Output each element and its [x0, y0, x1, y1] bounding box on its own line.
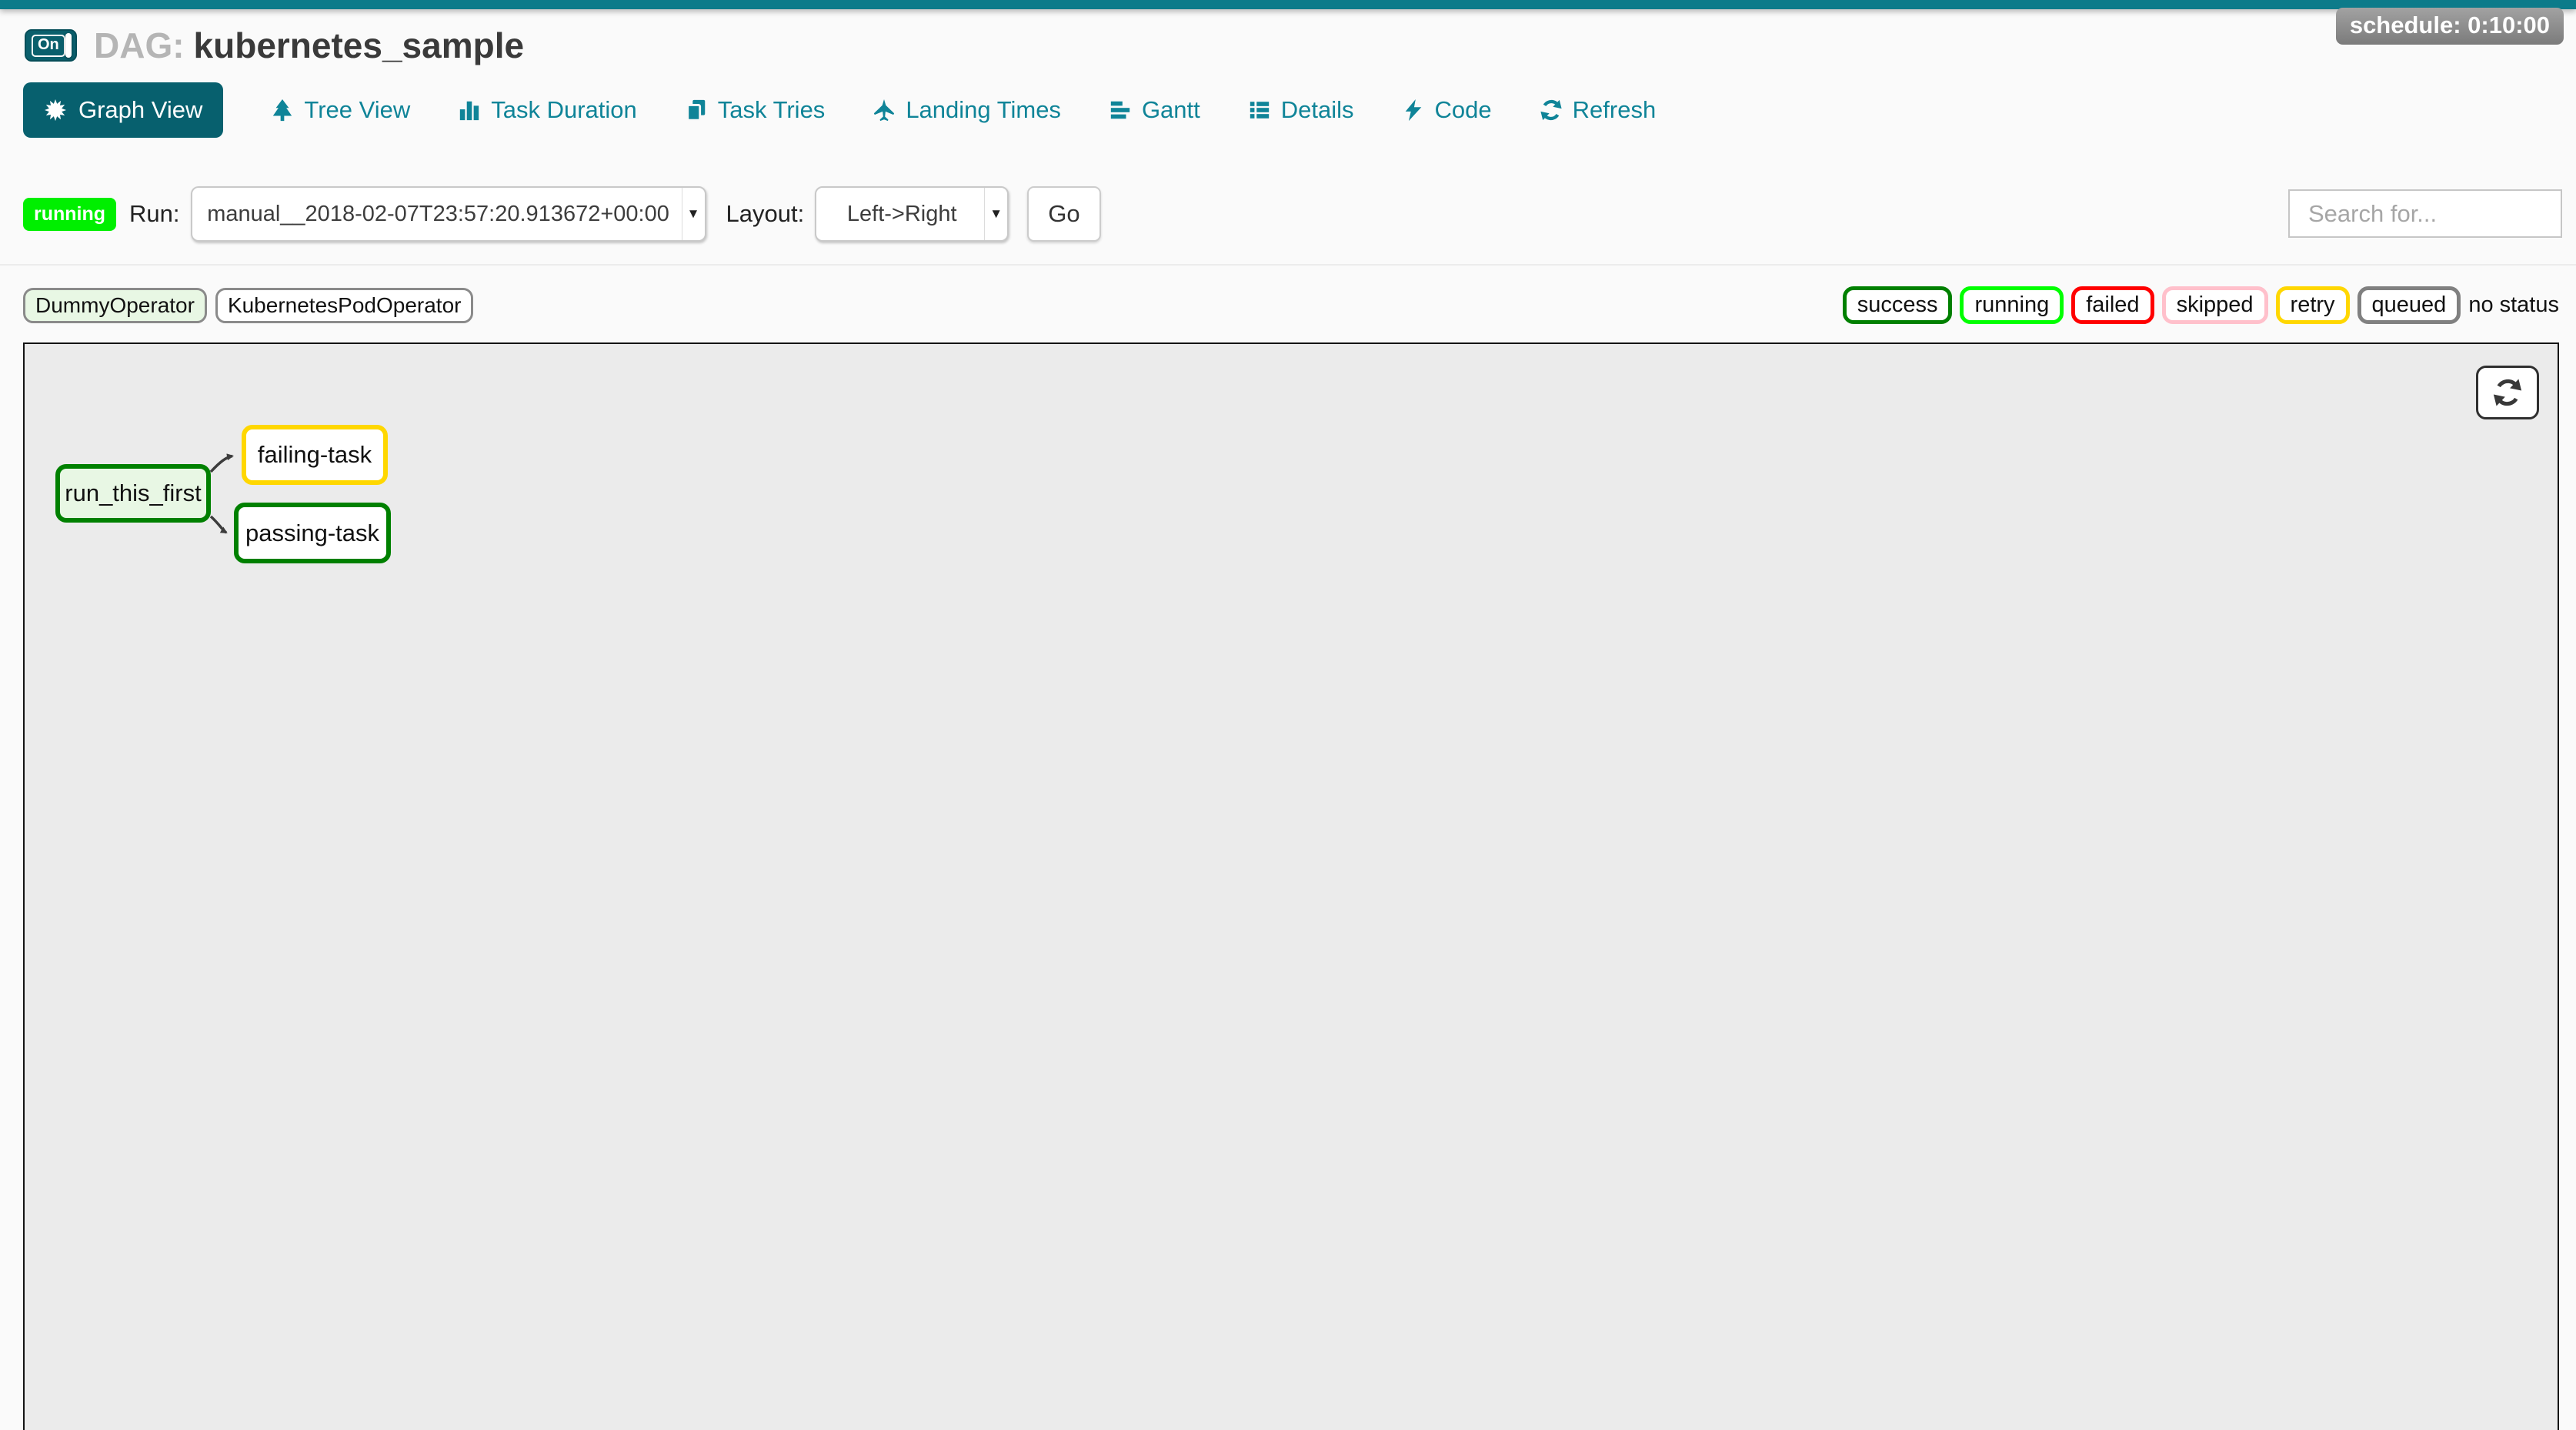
tab-task-duration[interactable]: Task Duration [458, 96, 637, 124]
graph-refresh-button[interactable] [2476, 366, 2539, 419]
dag-prefix-label: DAG: [94, 25, 185, 65]
legend-state-queued: queued [2357, 286, 2461, 324]
tab-label: Tree View [304, 96, 410, 124]
tab-gantt[interactable]: Gantt [1109, 96, 1200, 124]
tab-label: Landing Times [906, 96, 1061, 124]
tree-icon [271, 99, 294, 122]
layout-select-value: Left->Right [847, 202, 977, 227]
go-button[interactable]: Go [1027, 186, 1100, 242]
legend-kubernetes-pod-operator: KubernetesPodOperator [215, 288, 474, 323]
state-legend: success running failed skipped retry que… [1843, 286, 2559, 324]
bolt-icon [1402, 99, 1425, 122]
tab-refresh[interactable]: Refresh [1540, 96, 1657, 124]
run-status-badge: running [23, 198, 116, 231]
bar-chart-icon [458, 99, 481, 122]
legend-state-no-status: no status [2468, 292, 2559, 318]
tab-label: Task Duration [491, 96, 637, 124]
page-title: DAG:kubernetes_sample [94, 25, 524, 66]
layout-select-caret[interactable]: ▼ [984, 188, 1007, 240]
edge-run-this-first-to-failing-task [211, 456, 232, 473]
legend-state-failed: failed [2071, 286, 2154, 324]
tab-code[interactable]: Code [1402, 96, 1492, 124]
run-select[interactable]: manual__2018-02-07T23:57:20.913672+00:00… [191, 186, 706, 242]
layout-select[interactable]: Left->Right ▼ [815, 186, 1009, 242]
legend-state-retry: retry [2276, 286, 2350, 324]
plane-icon [873, 99, 896, 122]
caret-down-icon: ▼ [687, 206, 700, 222]
view-tabs: Graph View Tree View Task Duration Task … [23, 82, 1656, 138]
edge-run-this-first-to-passing-task [211, 516, 226, 533]
starburst-icon [44, 99, 67, 122]
tab-label: Details [1281, 96, 1354, 124]
layout-label: Layout: [726, 200, 805, 228]
dag-on-off-toggle[interactable]: On [25, 29, 77, 62]
run-select-caret[interactable]: ▼ [682, 188, 705, 240]
task-node-failing-task[interactable]: failing-task [242, 425, 388, 485]
section-divider [0, 264, 2576, 266]
legend-state-success: success [1843, 286, 1953, 324]
run-controls: running Run: manual__2018-02-07T23:57:20… [23, 185, 1101, 242]
refresh-icon [2492, 377, 2523, 408]
dag-graph-canvas[interactable]: run_this_first failing-task passing-task [23, 342, 2559, 1430]
dag-header: On DAG:kubernetes_sample [25, 25, 524, 66]
copy-pages-icon [685, 99, 708, 122]
task-node-run-this-first[interactable]: run_this_first [55, 464, 211, 523]
caret-down-icon: ▼ [989, 206, 1003, 222]
tab-label: Refresh [1573, 96, 1657, 124]
gantt-bars-icon [1109, 99, 1132, 122]
refresh-icon [1540, 99, 1563, 122]
top-navbar-strip [0, 0, 2576, 9]
tab-tree-view[interactable]: Tree View [271, 96, 410, 124]
tab-label: Graph View [78, 96, 202, 124]
run-select-value: manual__2018-02-07T23:57:20.913672+00:00 [207, 202, 689, 227]
tab-landing-times[interactable]: Landing Times [873, 96, 1061, 124]
tab-details[interactable]: Details [1248, 96, 1354, 124]
list-icon [1248, 99, 1271, 122]
task-node-passing-task[interactable]: passing-task [234, 503, 391, 563]
legend-row: DummyOperator KubernetesPodOperator succ… [23, 286, 2559, 324]
operator-legend: DummyOperator KubernetesPodOperator [23, 288, 473, 323]
tab-graph-view[interactable]: Graph View [23, 82, 223, 138]
run-label: Run: [129, 200, 179, 228]
tab-label: Task Tries [718, 96, 826, 124]
tab-label: Code [1435, 96, 1492, 124]
search-input[interactable] [2288, 189, 2562, 238]
legend-dummy-operator: DummyOperator [23, 288, 207, 323]
legend-state-skipped: skipped [2162, 286, 2268, 324]
schedule-badge: schedule: 0:10:00 [2336, 8, 2564, 45]
tab-label: Gantt [1142, 96, 1200, 124]
legend-state-running: running [1960, 286, 2064, 324]
dag-name: kubernetes_sample [194, 25, 525, 65]
toggle-on-label: On [32, 35, 65, 57]
tab-task-tries[interactable]: Task Tries [685, 96, 826, 124]
toggle-knob [65, 33, 72, 58]
